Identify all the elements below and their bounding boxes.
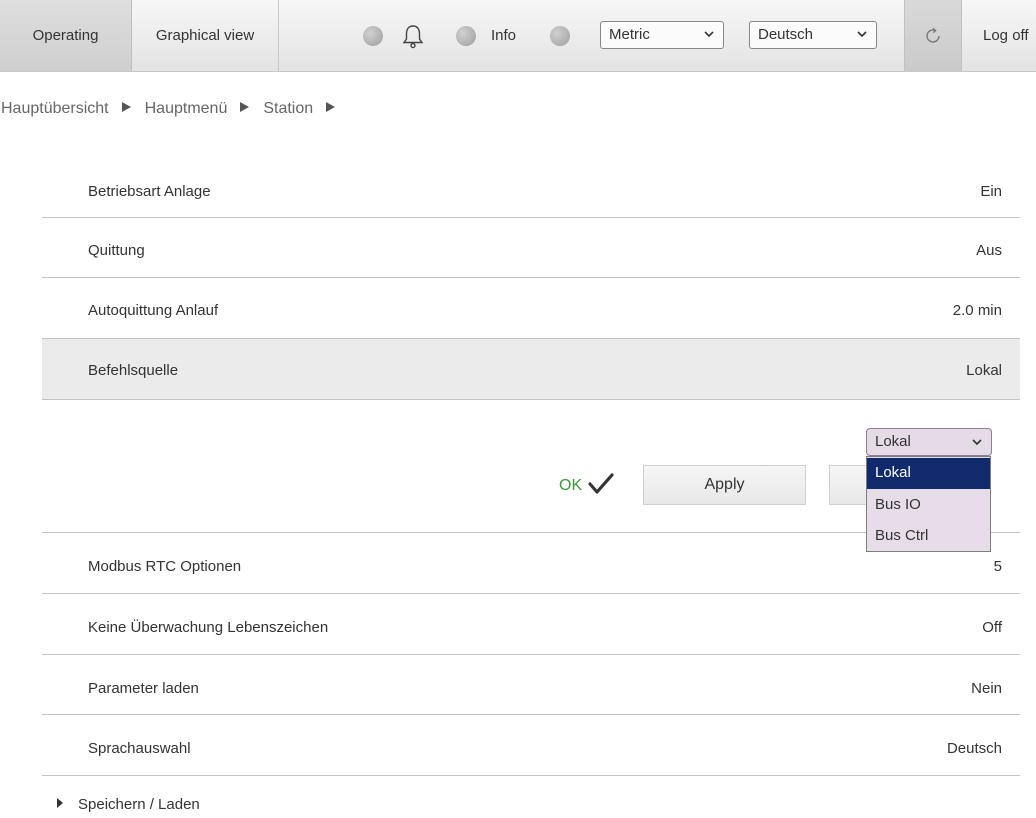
parameter-label: Quittung <box>88 242 145 259</box>
info-status-lamp <box>456 26 476 46</box>
parameter-value: Lokal <box>966 362 1002 379</box>
breadcrumb-separator-icon <box>121 102 131 112</box>
option-bus-io[interactable]: Bus IO <box>867 490 990 521</box>
breadcrumb-separator-icon <box>240 102 250 112</box>
parameter-row[interactable]: Sprachauswahl Deutsch <box>42 715 1020 776</box>
graphical-view-label: Graphical view <box>155 27 255 44</box>
parameter-row[interactable]: Modbus RTC Optionen 5 <box>42 533 1020 594</box>
parameter-value: Aus <box>976 242 1002 259</box>
save-load-label: Speichern / Laden <box>78 796 200 813</box>
parameter-label: Autoquittung Anlauf <box>88 302 219 319</box>
parameter-row[interactable]: Quittung Aus <box>42 218 1020 278</box>
ok-status-label: OK <box>559 477 583 494</box>
option-lokal[interactable]: Lokal <box>867 458 990 489</box>
refresh-button[interactable] <box>904 0 962 71</box>
bell-icon[interactable] <box>402 23 424 49</box>
parameter-value: Nein <box>971 680 1002 697</box>
save-load-expander[interactable]: Speichern / Laden <box>57 796 200 813</box>
log-off-button[interactable]: Log off <box>983 27 1029 44</box>
breadcrumb: Hauptübersicht Hauptmenü Station <box>1 100 349 118</box>
cancel-button[interactable] <box>829 465 869 505</box>
operating-label: Operating <box>32 27 99 44</box>
breadcrumb-separator-icon <box>326 102 336 112</box>
parameter-label: Betriebsart Anlage <box>88 183 211 200</box>
info-label[interactable]: Info <box>491 27 516 44</box>
checkmark-icon <box>588 473 614 494</box>
unit-select-value: Metric <box>609 26 650 43</box>
parameter-row-selected[interactable]: Befehlsquelle Lokal <box>42 339 1020 400</box>
command-source-value: Lokal <box>875 433 911 450</box>
parameter-value: 5 <box>993 558 1002 575</box>
parameter-row[interactable]: Betriebsart Anlage Ein <box>42 157 1020 218</box>
parameter-value: Ein <box>980 183 1002 200</box>
parameter-label: Befehlsquelle <box>88 362 179 379</box>
chevron-down-icon <box>857 31 867 38</box>
command-source-select[interactable]: Lokal <box>866 428 992 456</box>
chevron-down-icon <box>972 439 982 446</box>
parameter-label: Parameter laden <box>88 680 199 697</box>
expand-triangle-icon <box>57 798 63 808</box>
alarm-status-lamp <box>363 26 383 46</box>
breadcrumb-item[interactable]: Station <box>263 100 313 117</box>
status-lamp <box>550 26 570 46</box>
apply-button[interactable]: Apply <box>643 465 806 505</box>
chevron-down-icon <box>704 31 714 38</box>
apply-label: Apply <box>704 476 745 493</box>
parameter-label: Keine Überwachung Lebenszeichen <box>88 619 329 636</box>
parameter-label: Modbus RTC Optionen <box>88 558 242 575</box>
parameter-value: Deutsch <box>946 740 1002 757</box>
refresh-icon <box>926 27 940 43</box>
parameter-label: Sprachauswahl <box>88 740 191 757</box>
top-toolbar: Operating Graphical view Info Metric Deu… <box>0 0 1036 72</box>
parameter-row[interactable]: Parameter laden Nein <box>42 655 1020 715</box>
parameter-row[interactable]: Autoquittung Anlauf 2.0 min <box>42 278 1020 339</box>
operating-tab[interactable]: Operating <box>0 0 132 71</box>
breadcrumb-item[interactable]: Hauptübersicht <box>1 100 109 117</box>
breadcrumb-item[interactable]: Hauptmenü <box>145 100 228 117</box>
parameter-value: 2.0 min <box>952 302 1002 319</box>
language-select-value: Deutsch <box>758 26 814 43</box>
parameter-value: Off <box>982 619 1002 636</box>
parameter-row[interactable]: Keine Überwachung Lebenszeichen Off <box>42 594 1020 655</box>
graphical-view-tab[interactable]: Graphical view <box>132 0 279 71</box>
language-select[interactable]: Deutsch <box>749 21 877 49</box>
unit-select[interactable]: Metric <box>600 21 724 49</box>
